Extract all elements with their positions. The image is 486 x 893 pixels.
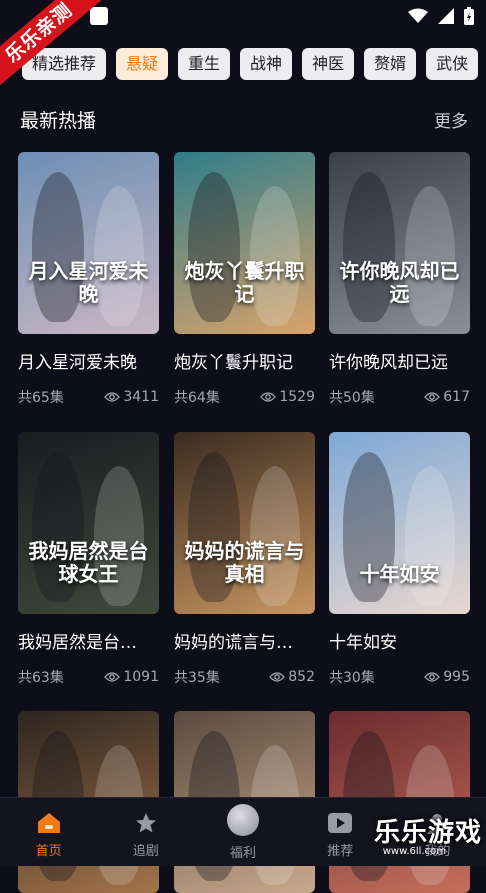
drama-meta: 共30集 995 (329, 667, 470, 687)
episode-count: 共30集 (329, 670, 375, 686)
view-count-value: 1529 (279, 389, 315, 405)
signal-icon (438, 8, 454, 24)
section-header: 最新热播 更多 (20, 104, 468, 134)
episode-count: 共65集 (18, 390, 64, 406)
watermark-logo: 乐乐游戏 (373, 818, 482, 848)
drama-card[interactable]: 妈妈的谎言与真相妈妈的谎言与… 共35集 852 (174, 432, 315, 687)
tab-5[interactable]: 赘婿 (364, 48, 417, 80)
eye-icon (104, 672, 121, 682)
tab-4[interactable]: 神医 (302, 48, 355, 80)
view-count: 3411 (104, 387, 159, 407)
drama-meta: 共35集 852 (174, 667, 315, 687)
nav-label: 首页 (35, 844, 62, 859)
tab-3[interactable]: 战神 (240, 48, 293, 80)
episode-count: 共50集 (329, 390, 375, 406)
view-count-value: 3411 (123, 389, 159, 405)
drama-title[interactable]: 炮灰丫鬟升职记 (174, 348, 315, 373)
nav-item-1[interactable]: 追剧 (97, 798, 194, 866)
nav-label: 追剧 (132, 844, 159, 859)
view-count: 852 (269, 667, 315, 687)
drama-card[interactable]: 我妈居然是台球女王我妈居然是台… 共63集 1091 (18, 432, 159, 687)
view-count-value: 617 (443, 389, 470, 405)
poster-title-art: 炮灰丫鬟升职记 (184, 259, 305, 306)
episode-count: 共63集 (18, 670, 64, 686)
drama-title[interactable]: 我妈居然是台… (18, 628, 159, 653)
nav-label: 推荐 (327, 844, 354, 859)
poster-title-art: 月入星河爱未晚 (28, 259, 149, 306)
poster-title-art: 十年如安 (359, 562, 440, 586)
eye-icon (424, 392, 441, 402)
drama-poster[interactable]: 许你晚风却已远 (329, 152, 470, 334)
view-count-value: 852 (288, 669, 315, 685)
welfare-ball-icon (227, 804, 259, 836)
view-count: 617 (424, 387, 470, 407)
view-count: 1529 (260, 387, 315, 407)
drama-poster[interactable]: 月入星河爱未晚 (18, 152, 159, 334)
drama-card[interactable]: 十年如安 十年如安 共30集 995 (329, 432, 470, 687)
watermark-url: www.6ll.com (382, 846, 446, 857)
drama-card[interactable]: 月入星河爱未晚 月入星河爱未晚 共65集 3411 (18, 152, 159, 407)
drama-title[interactable]: 十年如安 (329, 628, 470, 653)
poster-title-art: 许你晚风却已远 (339, 259, 460, 306)
star-icon (133, 810, 159, 836)
poster-title-art: 妈妈的谎言与真相 (184, 539, 305, 586)
drama-poster[interactable]: 炮灰丫鬟升职记 (174, 152, 315, 334)
view-count-value: 995 (443, 669, 470, 685)
eye-icon (269, 672, 286, 682)
nav-label: 福利 (230, 846, 257, 861)
view-count: 995 (424, 667, 470, 687)
home-icon (36, 810, 62, 836)
drama-meta: 共65集 3411 (18, 387, 159, 407)
drama-title[interactable]: 许你晚风却已远 (329, 348, 470, 373)
drama-meta: 共50集 617 (329, 387, 470, 407)
drama-meta: 共63集 1091 (18, 667, 159, 687)
episode-count: 共35集 (174, 670, 220, 686)
nav-item-0[interactable]: 首页 (0, 798, 97, 866)
poster-title-art: 我妈居然是台球女王 (28, 539, 149, 586)
notification-icon (90, 7, 108, 25)
episode-count: 共64集 (174, 390, 220, 406)
drama-poster[interactable]: 十年如安 (329, 432, 470, 614)
play-icon (327, 810, 353, 836)
tab-2[interactable]: 重生 (178, 48, 231, 80)
tab-1[interactable]: 悬疑 (116, 48, 169, 80)
more-link[interactable]: 更多 (434, 107, 468, 132)
view-count-value: 1091 (123, 669, 159, 685)
drama-meta: 共64集 1529 (174, 387, 315, 407)
section-title: 最新热播 (20, 109, 97, 132)
category-tabs: 精选推荐 悬疑 重生 战神 神医 赘婿 武侠 (0, 48, 486, 82)
drama-title[interactable]: 妈妈的谎言与… (174, 628, 315, 653)
drama-card[interactable]: 许你晚风却已远 许你晚风却已远 共50集 617 (329, 152, 470, 407)
status-icons (408, 7, 474, 25)
nav-item-2[interactable]: 福利 (194, 798, 291, 866)
drama-poster[interactable]: 我妈居然是台球女王 (18, 432, 159, 614)
eye-icon (424, 672, 441, 682)
battery-icon (464, 7, 474, 25)
eye-icon (104, 392, 121, 402)
drama-card[interactable]: 炮灰丫鬟升职记 炮灰丫鬟升职记 共64集 1529 (174, 152, 315, 407)
tab-6[interactable]: 武侠 (426, 48, 479, 80)
wifi-icon (408, 8, 428, 23)
drama-title[interactable]: 月入星河爱未晚 (18, 348, 159, 373)
view-count: 1091 (104, 667, 159, 687)
drama-poster[interactable]: 妈妈的谎言与真相 (174, 432, 315, 614)
eye-icon (260, 392, 277, 402)
